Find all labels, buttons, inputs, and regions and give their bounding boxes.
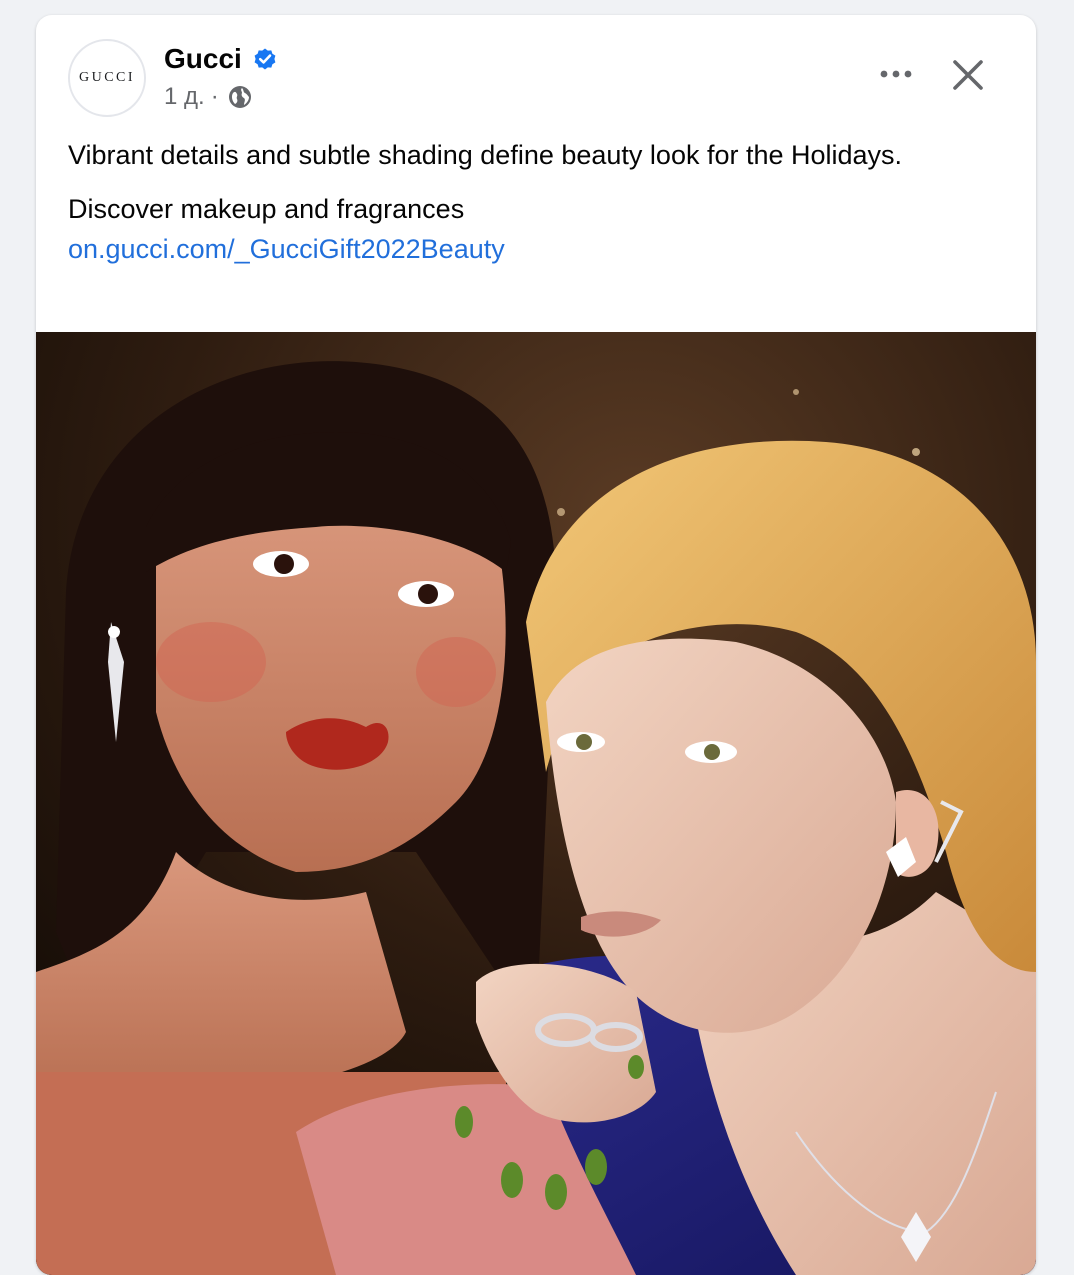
post-photo[interactable] bbox=[36, 332, 1036, 1275]
post-meta: 1 д. · bbox=[164, 83, 253, 111]
avatar-logo-text: GUCCI bbox=[78, 70, 136, 85]
caption-cta-text: Discover makeup and fragrances bbox=[68, 194, 465, 224]
post-header: GUCCI Gucci 1 д. · bbox=[36, 15, 1036, 123]
more-horizontal-icon bbox=[878, 66, 914, 84]
post-card: GUCCI Gucci 1 д. · Vibrant details and s… bbox=[36, 15, 1036, 1275]
meta-separator: · bbox=[210, 83, 219, 110]
caption-link[interactable]: on.gucci.com/_GucciGift2022Beauty bbox=[68, 229, 988, 269]
more-options-button[interactable] bbox=[874, 57, 918, 93]
caption-cta: Discover makeup and fragrances on.gucci.… bbox=[68, 189, 988, 269]
post-caption: Vibrant details and subtle shading defin… bbox=[68, 135, 988, 283]
globe-icon[interactable] bbox=[227, 84, 253, 110]
post-timestamp[interactable]: 1 д. bbox=[164, 83, 205, 111]
verified-badge-icon bbox=[252, 46, 278, 72]
page-name[interactable]: Gucci bbox=[164, 42, 242, 76]
page-name-row: Gucci bbox=[164, 42, 278, 76]
caption-text: Vibrant details and subtle shading defin… bbox=[68, 140, 903, 170]
close-icon bbox=[951, 58, 985, 97]
close-button[interactable] bbox=[944, 53, 992, 101]
photo-illustration bbox=[36, 332, 1036, 1275]
page-avatar[interactable]: GUCCI bbox=[68, 39, 146, 117]
